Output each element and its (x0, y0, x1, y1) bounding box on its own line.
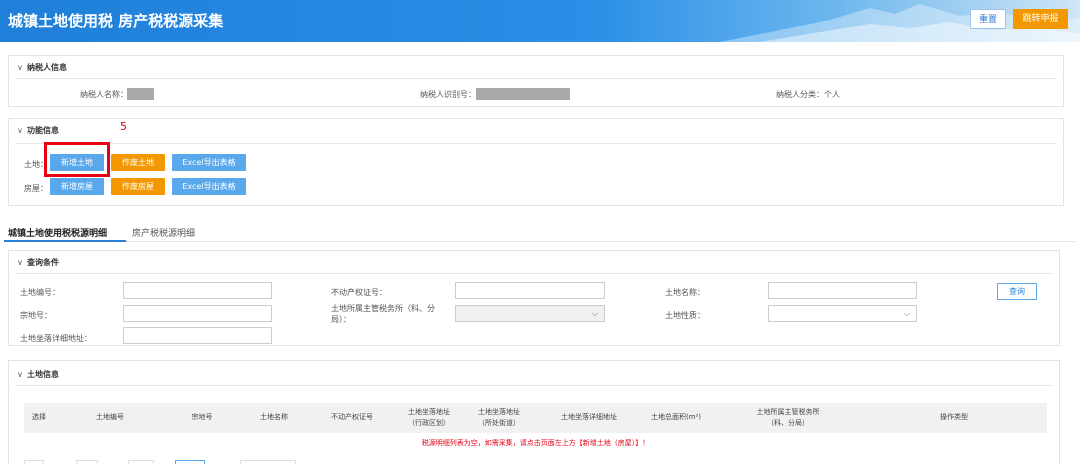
column-header: 土地编号 (96, 413, 124, 422)
page-title: 城镇土地使用税 房产税税源采集 (8, 12, 224, 30)
search-button[interactable]: 查询 (997, 283, 1037, 300)
column-header: 选择 (32, 413, 46, 422)
land-table-header: 选择 土地编号 宗地号 土地名称 不动产权证号 土地坐落地址 （行政区划） 土地… (24, 403, 1047, 433)
chevron-down-icon: ⌵ (591, 309, 598, 318)
active-tab-indicator (4, 240, 126, 242)
function-info-title: 功能信息 (27, 126, 59, 135)
column-header: 土地坐落地址 （行政区划） (408, 407, 450, 427)
export-land-excel-button[interactable]: Excel导出表格 (172, 154, 246, 171)
land-nature-select[interactable]: ⌵ (768, 305, 917, 322)
taxpayer-id-redacted (476, 88, 570, 100)
app-header: 城镇土地使用税 房产税税源采集 (0, 0, 1080, 42)
tax-office-select[interactable]: ⌵ (455, 305, 605, 322)
divider (15, 143, 1057, 144)
pagination-control[interactable] (24, 460, 44, 464)
chevron-down-icon: ∨ (17, 258, 23, 267)
divider (15, 385, 1053, 386)
function-info-header[interactable]: ∨ 功能信息 (17, 125, 59, 136)
taxpayer-category: 纳税人分类：个人 (776, 90, 840, 99)
address-label: 土地坐落详细地址： (20, 334, 92, 343)
taxpayer-info-header[interactable]: ∨ 纳税人信息 (17, 62, 67, 73)
export-house-excel-button[interactable]: Excel导出表格 (172, 178, 246, 195)
void-house-button[interactable]: 作废房屋 (111, 178, 165, 195)
chevron-down-icon: ∨ (17, 370, 23, 379)
land-info-title: 土地信息 (27, 370, 59, 379)
query-title: 查询条件 (27, 258, 59, 267)
lot-no-input[interactable] (123, 305, 272, 322)
land-no-label: 土地编号： (20, 288, 60, 297)
void-land-button[interactable]: 作废土地 (111, 154, 165, 171)
taxpayer-id-label: 纳税人识别号： (420, 90, 476, 99)
land-info-header[interactable]: ∨ 土地信息 (17, 369, 59, 380)
reset-button[interactable]: 重置 (970, 9, 1006, 29)
tab-bar-divider (4, 241, 1076, 242)
taxpayer-name-redacted (127, 88, 154, 100)
column-header: 宗地号 (191, 413, 213, 422)
column-header: 土地总面积(m²) (650, 413, 702, 422)
land-name-input[interactable] (768, 282, 917, 299)
column-header: 土地所属主管税务所 （科、分局） (756, 407, 820, 427)
pagination-control[interactable] (128, 460, 154, 464)
house-row-label: 房屋： (24, 184, 48, 193)
column-header: 土地坐落地址 （所处街道） (478, 407, 520, 427)
address-input[interactable] (123, 327, 272, 344)
land-nature-label: 土地性质： (665, 311, 705, 320)
tab-land-tax-detail[interactable]: 城镇土地使用税税源明细 (8, 226, 107, 239)
pagination-control[interactable] (240, 460, 296, 464)
jump-to-filing-button[interactable]: 跳转申报 (1013, 9, 1068, 29)
column-header: 不动产权证号 (331, 413, 373, 422)
land-no-input[interactable] (123, 282, 272, 299)
empty-table-message: 税源明细列表为空，如需采集，请点击页面左上方【新增土地（房屋）】！ (421, 439, 650, 447)
chevron-down-icon: ∨ (17, 126, 23, 135)
query-header[interactable]: ∨ 查询条件 (17, 257, 59, 268)
lot-no-label: 宗地号： (20, 311, 52, 320)
pagination-control[interactable] (76, 460, 98, 464)
tax-office-label: 土地所属主管税务所（科、分局）： (331, 304, 435, 324)
land-name-label: 土地名称： (665, 288, 705, 297)
function-info-panel: ∨ 功能信息 (8, 118, 1064, 206)
divider (15, 78, 1057, 79)
annotation-number: 5 (120, 120, 127, 133)
divider (15, 273, 1053, 274)
chevron-down-icon: ⌵ (903, 309, 910, 318)
taxpayer-name-label: 纳税人名称： (80, 90, 128, 99)
highlight-box (44, 142, 110, 177)
cert-no-input[interactable] (455, 282, 605, 299)
taxpayer-info-title: 纳税人信息 (27, 63, 67, 72)
column-header: 土地坐落详细地址 (561, 413, 617, 422)
cert-no-label: 不动产权证号： (331, 288, 387, 297)
column-header: 操作类型 (940, 413, 968, 422)
tab-property-tax-detail[interactable]: 房产税税源明细 (132, 226, 195, 239)
add-house-button[interactable]: 新增房屋 (50, 178, 104, 195)
pagination-control[interactable] (175, 460, 205, 464)
chevron-down-icon: ∨ (17, 63, 23, 72)
column-header: 土地名称 (260, 413, 288, 422)
